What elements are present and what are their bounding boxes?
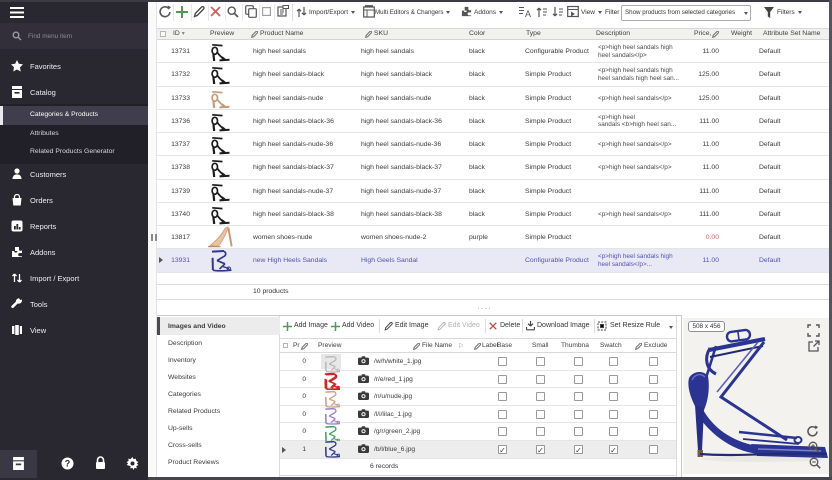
svg-text:?: ?: [65, 459, 71, 469]
svg-text:A: A: [525, 9, 531, 18]
